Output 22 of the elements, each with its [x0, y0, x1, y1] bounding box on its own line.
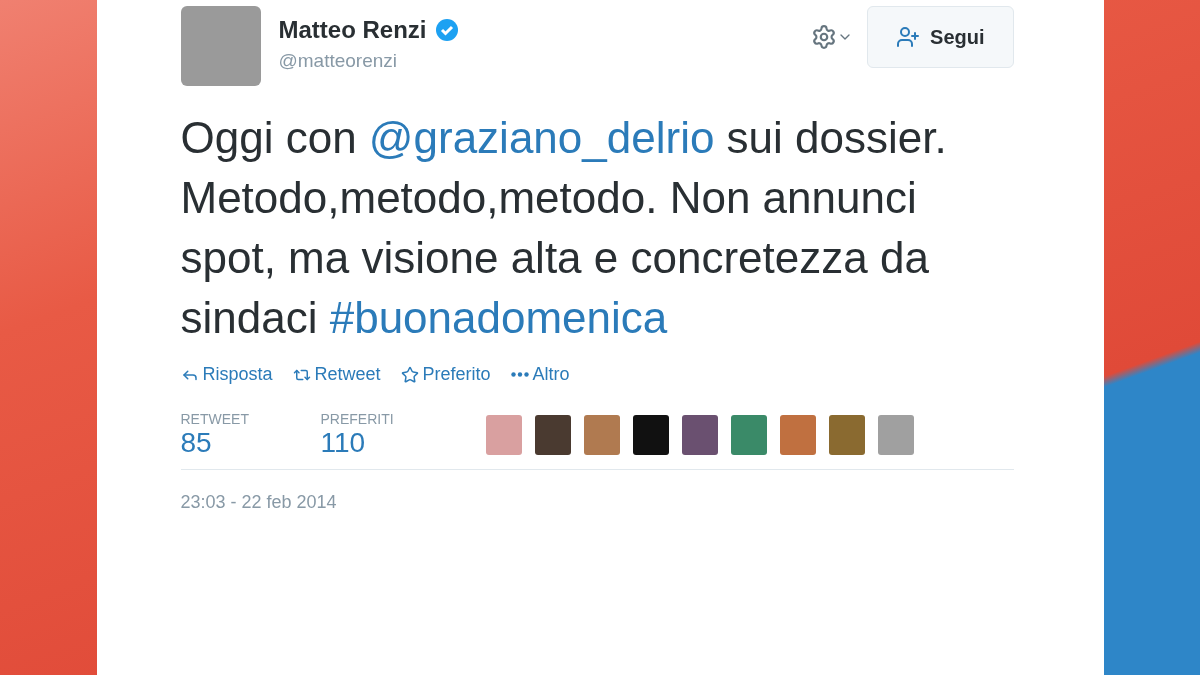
- star-icon: [400, 365, 419, 384]
- follow-button[interactable]: Segui: [867, 6, 1014, 68]
- action-link[interactable]: Retweet: [292, 364, 381, 385]
- stat-value[interactable]: 85: [180, 427, 321, 459]
- timestamp: 23:03 - 22 feb 2014: [180, 492, 338, 513]
- user-avatar[interactable]: [681, 415, 718, 455]
- user-plus-icon: [896, 25, 921, 49]
- stat-label: PREFERITI: [320, 411, 395, 427]
- tweet-link[interactable]: @graziano_delrio: [368, 113, 715, 162]
- stat-label: RETWEET: [180, 411, 250, 427]
- author-name: Matteo Renzi: [278, 16, 427, 44]
- user-avatar[interactable]: [534, 415, 571, 455]
- action-link[interactable]: Preferito: [400, 364, 491, 385]
- settings-icon[interactable]: [811, 24, 838, 50]
- user-avatar[interactable]: [632, 415, 669, 455]
- tweet-text: Oggi con @graziano_delrio sui dossier. Metodo,metodo,metodo. Non annunci spot, ma visione alta e concretezza da sindaci #buonadomenica: [180, 112, 948, 344]
- tweet-link[interactable]: #buonadomenica: [329, 293, 668, 342]
- action-link[interactable]: Risposta: [180, 364, 273, 385]
- author-handle: @matteorenzi: [278, 50, 399, 72]
- stat-value[interactable]: 110: [320, 427, 461, 459]
- more-icon: [510, 372, 529, 377]
- action-link[interactable]: Altro: [510, 364, 570, 385]
